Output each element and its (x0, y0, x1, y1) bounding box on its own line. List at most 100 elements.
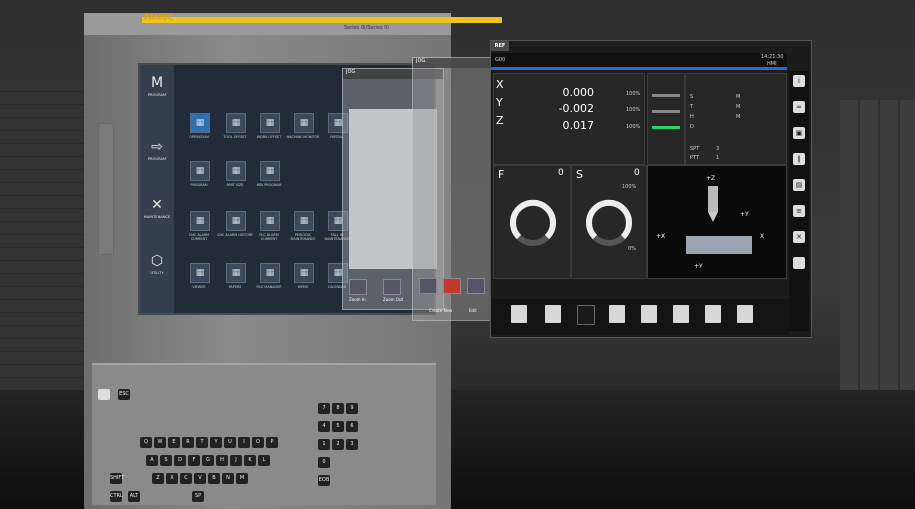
app-tile-icon[interactable]: ▦ (190, 161, 210, 181)
keyboard-key[interactable]: 8 (332, 403, 344, 414)
keyboard-key[interactable]: N (222, 473, 234, 484)
softkey[interactable] (673, 305, 689, 323)
keyboard-key[interactable]: CTRL (110, 491, 123, 502)
zoom-in-label[interactable]: Zoom In (349, 297, 366, 302)
sidebar-item-program[interactable]: M PROGRAM (140, 73, 174, 119)
app-tile-icon[interactable]: ▦ (190, 263, 210, 283)
axis-z-value: 0.017 (562, 119, 595, 132)
keyboard-key[interactable]: EOB (318, 475, 330, 486)
app-tile-icon[interactable]: ▦ (226, 161, 246, 181)
sidebar-item-maintenance[interactable]: ✕ MAINTENANCE (140, 195, 174, 241)
keyboard-key[interactable]: I (238, 437, 250, 448)
keyboard-key[interactable]: B (208, 473, 220, 484)
keyboard-key[interactable]: Q (140, 437, 152, 448)
keyboard-key[interactable]: ALT (128, 491, 140, 502)
keyboard-key[interactable]: 4 (318, 421, 330, 432)
keyboard-key[interactable]: W (154, 437, 166, 448)
clock-text: 14:21:30 (761, 54, 784, 60)
softkey[interactable] (641, 305, 657, 323)
keyboard-key[interactable]: 0 (318, 457, 330, 468)
home-key[interactable] (98, 389, 110, 400)
tools-icon[interactable]: ✕ (793, 231, 805, 243)
chart-icon[interactable]: ▤ (793, 179, 805, 191)
softkey-sketch[interactable] (577, 305, 595, 325)
keyboard-key[interactable]: P (266, 437, 278, 448)
zoom-out-label[interactable]: Zoom Out (383, 297, 403, 302)
keyboard-key[interactable]: SHIFT (110, 473, 124, 484)
keyboard-key[interactable]: E (168, 437, 180, 448)
keyboard-key[interactable]: 5 (332, 421, 344, 432)
thumbnail[interactable] (349, 279, 367, 295)
app-tile-icon[interactable]: ▦ (226, 263, 246, 283)
ref-tab[interactable]: REF (491, 41, 509, 51)
keyboard-key[interactable]: 6 (346, 421, 358, 432)
thumbnail[interactable] (383, 279, 401, 295)
app-tile-icon[interactable]: ▦ (294, 211, 314, 231)
thumbnail[interactable] (419, 278, 437, 294)
keyboard-key[interactable]: G (202, 455, 214, 466)
list-icon[interactable]: ≡ (793, 205, 805, 217)
keyboard-key[interactable]: 1 (318, 439, 330, 450)
app-tile-icon[interactable]: ▦ (190, 113, 210, 133)
softkey[interactable] (511, 305, 527, 323)
thumbnail-selected[interactable] (443, 278, 461, 294)
brand-logo: FANUC (144, 13, 174, 22)
keyboard-key[interactable]: J (230, 455, 242, 466)
app-tile-icon[interactable]: ▦ (260, 263, 280, 283)
sidebar-item-program2[interactable]: ⇨ PROGRAM (140, 137, 174, 183)
keyboard-key[interactable]: A (146, 455, 158, 466)
app-tile-icon[interactable]: ▦ (190, 211, 210, 231)
svg-text:+Y: +Y (694, 263, 703, 270)
keyboard-key[interactable]: M (236, 473, 248, 484)
softkey[interactable] (737, 305, 753, 323)
keyboard-key[interactable]: 7 (318, 403, 330, 414)
create-new-button[interactable]: Create New (429, 308, 452, 313)
app-tile-label: PART SIZE (226, 183, 244, 187)
keyboard-key[interactable]: H (216, 455, 228, 466)
keyboard-key[interactable]: SP (192, 491, 204, 502)
status-key: D (690, 124, 694, 130)
cube-icon[interactable]: ▣ (793, 127, 805, 139)
app-tile-icon[interactable]: ▦ (260, 161, 280, 181)
app-tile-icon[interactable]: ▦ (260, 211, 280, 231)
softkey[interactable] (609, 305, 625, 323)
keyboard-key[interactable]: D (174, 455, 186, 466)
keyboard-key[interactable]: L (258, 455, 270, 466)
keyboard-key[interactable]: 2 (332, 439, 344, 450)
thumbnail[interactable] (467, 278, 485, 294)
spindle-panel: S 0 100% 0% (571, 165, 647, 279)
keyboard-key[interactable]: F (188, 455, 200, 466)
keyboard-key[interactable]: V (194, 473, 206, 484)
app-tile-icon[interactable]: ▦ (226, 211, 246, 231)
keyboard-key[interactable]: Z (152, 473, 164, 484)
app-tile-label: PLC ALARM CURRENT (259, 233, 279, 241)
info-icon[interactable]: i (793, 75, 805, 87)
app-tile-icon[interactable]: ▦ (226, 113, 246, 133)
keyboard-key[interactable]: X (166, 473, 178, 484)
arrow-icon: ⇨ (151, 139, 163, 155)
edit-button[interactable]: Edit (469, 308, 477, 313)
keyboard-key[interactable]: ESC (118, 389, 130, 400)
keyboard-key[interactable]: 3 (346, 439, 358, 450)
keyboard-key[interactable]: Y (210, 437, 222, 448)
pause-icon[interactable]: ∥ (793, 153, 805, 165)
status-key: S (690, 94, 694, 100)
keyboard-key[interactable]: T (196, 437, 208, 448)
glasses-icon[interactable]: ∞ (793, 101, 805, 113)
keyboard-key[interactable]: K (244, 455, 256, 466)
feed-label: F (498, 168, 505, 181)
keyboard-key[interactable]: 9 (346, 403, 358, 414)
softkey[interactable] (545, 305, 561, 323)
keyboard-key[interactable]: U (224, 437, 236, 448)
jog-window-title: JOG (413, 58, 493, 68)
keyboard-key[interactable]: O (252, 437, 264, 448)
app-tile-icon[interactable]: ▦ (260, 113, 280, 133)
keyboard-key[interactable]: R (182, 437, 194, 448)
keyboard-key[interactable]: S (160, 455, 172, 466)
app-tile-icon[interactable]: ▦ (294, 113, 314, 133)
sidebar-item-utility[interactable]: ⬡ UTILITY (140, 251, 174, 297)
blank-button[interactable] (793, 257, 805, 269)
softkey[interactable] (705, 305, 721, 323)
keyboard-key[interactable]: C (180, 473, 192, 484)
app-tile-icon[interactable]: ▦ (294, 263, 314, 283)
